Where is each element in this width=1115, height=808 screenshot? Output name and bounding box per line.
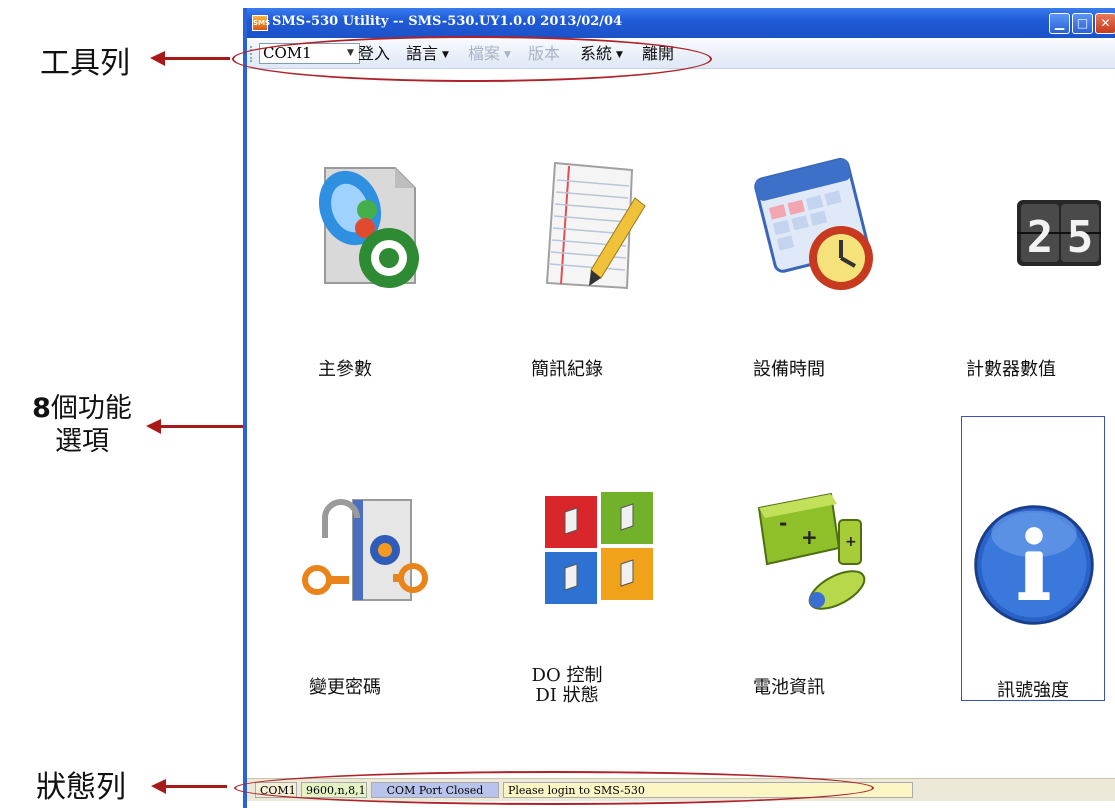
toolbar-annotation-arrow bbox=[150, 51, 230, 66]
parameters-gear-icon bbox=[318, 167, 419, 288]
app-icon: SMS bbox=[252, 15, 270, 31]
maximize-button[interactable]: □ bbox=[1072, 13, 1093, 34]
feature-battery-info[interactable]: - + + 電池資訊 bbox=[691, 478, 887, 698]
feature-device-time[interactable]: 設備時間 bbox=[691, 158, 887, 380]
minimize-button[interactable]: ▁ bbox=[1049, 13, 1070, 34]
lock-key-icon bbox=[302, 499, 428, 601]
feature-label: 訊號強度 bbox=[997, 680, 1069, 701]
statusbar-annotation-arrow bbox=[151, 779, 227, 794]
feature-label: 變更密碼 bbox=[309, 677, 381, 698]
svg-text:+: + bbox=[845, 534, 857, 550]
features-count: 8 bbox=[32, 393, 51, 424]
calendar-clock-icon bbox=[754, 158, 873, 290]
toolbar-annotation: 工具列 bbox=[40, 46, 130, 81]
counter-digit-1: 2 bbox=[1027, 212, 1054, 263]
feature-main-parameters[interactable]: 主參數 bbox=[247, 158, 443, 380]
switch-panel-icon bbox=[545, 492, 653, 604]
title-bar[interactable]: SMS SMS-530 Utility -- SMS-530.UY1.0.0 2… bbox=[247, 8, 1115, 38]
svg-text:-: - bbox=[779, 511, 787, 535]
statusbar-highlight-ellipse bbox=[234, 771, 874, 805]
info-icon bbox=[974, 505, 1094, 625]
maximize-icon: □ bbox=[1076, 16, 1089, 30]
feature-do-di[interactable]: DO 控制 DI 狀態 bbox=[469, 478, 665, 706]
minimize-icon: ▁ bbox=[1054, 16, 1065, 30]
feature-change-password[interactable]: 變更密碼 bbox=[247, 478, 443, 698]
feature-label: 電池資訊 bbox=[753, 677, 825, 698]
counter-digit-2: 5 bbox=[1067, 212, 1094, 263]
statusbar-annotation: 狀態列 bbox=[36, 770, 126, 805]
feature-label: 主參數 bbox=[318, 359, 372, 380]
app-window: SMS SMS-530 Utility -- SMS-530.UY1.0.0 2… bbox=[243, 8, 1115, 808]
features-annotation-line2: 選項 bbox=[55, 426, 109, 457]
counter-display-icon: 2 5 bbox=[1017, 200, 1101, 266]
features-annotation: 8個功能 選項 bbox=[26, 392, 138, 458]
notepad-pencil-icon bbox=[545, 161, 646, 290]
close-icon: ✕ bbox=[1100, 16, 1111, 30]
svg-text:+: + bbox=[801, 525, 818, 549]
feature-counter-value[interactable]: 2 5 計數器數值 bbox=[913, 158, 1109, 380]
feature-label: DO 控制 DI 狀態 bbox=[531, 665, 603, 706]
feature-sms-log[interactable]: 簡訊紀錄 bbox=[469, 158, 665, 380]
window-title: SMS-530 Utility -- SMS-530.UY1.0.0 2013/… bbox=[272, 14, 623, 29]
close-button[interactable]: ✕ bbox=[1095, 13, 1115, 34]
feature-label: 簡訊紀錄 bbox=[531, 359, 603, 380]
toolbar-highlight-ellipse bbox=[232, 36, 712, 82]
feature-signal-strength[interactable]: 訊號強度 bbox=[961, 416, 1105, 701]
features-annotation-line1: 個功能 bbox=[50, 393, 132, 424]
feature-label: 設備時間 bbox=[753, 359, 825, 380]
feature-label: 計數器數值 bbox=[966, 359, 1056, 380]
battery-icon: - + + bbox=[757, 492, 866, 610]
